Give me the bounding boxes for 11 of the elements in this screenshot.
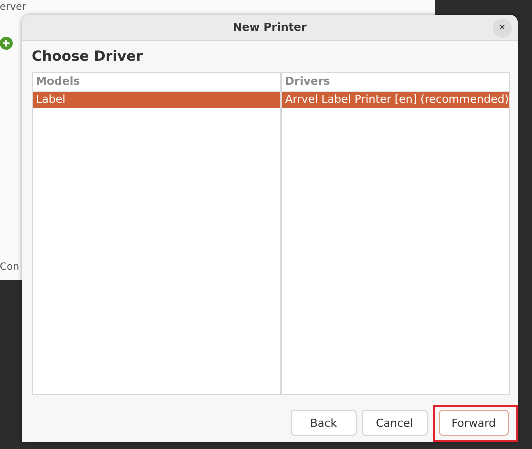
status-text: Con: [0, 262, 20, 273]
close-button[interactable]: ×: [493, 19, 512, 38]
dialog-button[interactable]: Cancel: [362, 410, 428, 436]
list-item[interactable]: Label: [33, 92, 280, 108]
dialog-button[interactable]: Back: [290, 410, 357, 436]
section-heading: Choose Driver: [32, 49, 144, 65]
window-title: New Printer: [233, 21, 307, 34]
menu-item[interactable]: erver: [0, 2, 26, 14]
add-icon[interactable]: [0, 37, 13, 50]
list-item[interactable]: Arrvel Label Printer [en] (recommended): [282, 92, 509, 108]
dialog-button[interactable]: Forward: [438, 410, 509, 436]
